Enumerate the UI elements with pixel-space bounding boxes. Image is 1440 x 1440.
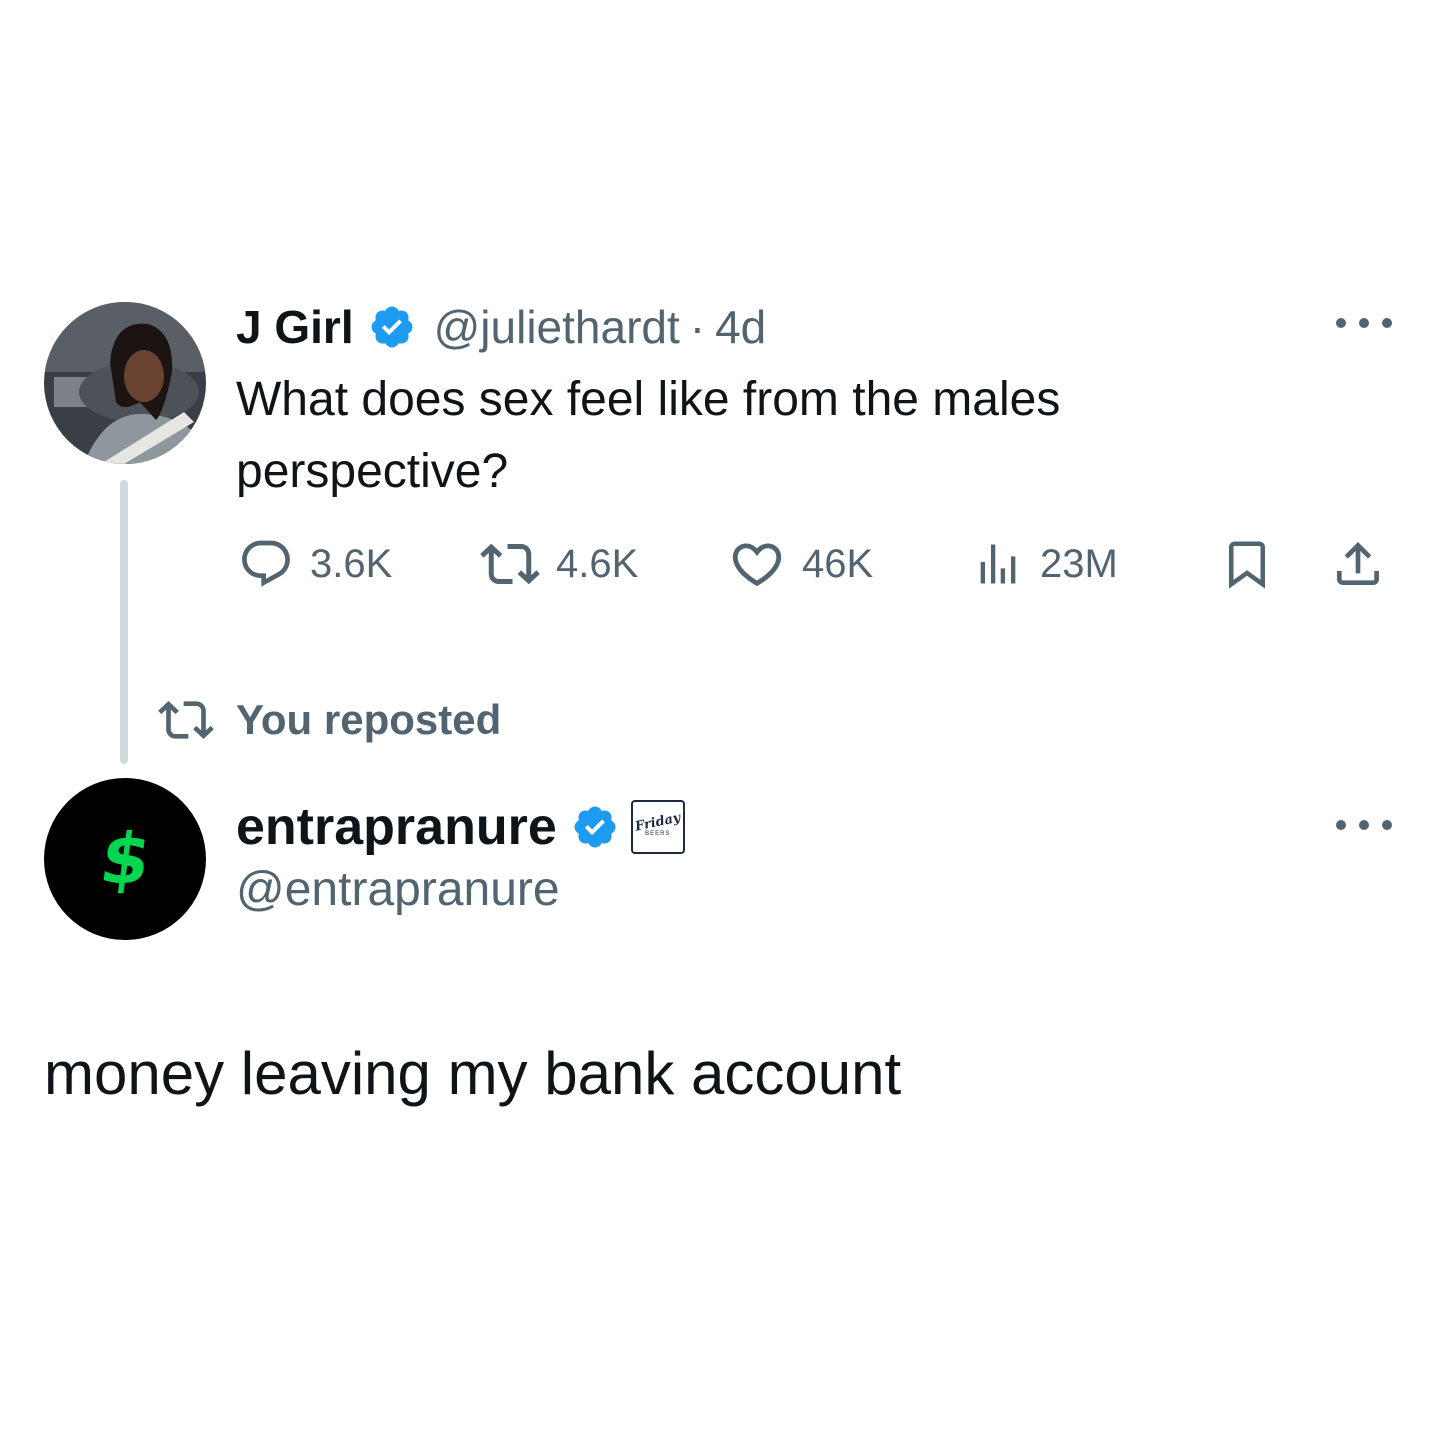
more-icon[interactable] <box>1336 810 1392 840</box>
avatar-entrapranure[interactable]: $ <box>44 778 206 940</box>
display-name[interactable]: entrapranure <box>236 797 557 857</box>
verified-badge-icon[interactable] <box>368 303 416 351</box>
handle[interactable]: @entrapranure <box>236 862 560 917</box>
bookmark-icon <box>1229 541 1265 589</box>
more-icon[interactable] <box>1336 308 1392 338</box>
reply-icon <box>242 540 290 587</box>
like-icon <box>732 543 782 587</box>
reply-header: entrapranure Friday BEERS <box>236 796 685 858</box>
share-button[interactable] <box>1330 536 1386 592</box>
timestamp[interactable]: 4d <box>715 300 766 354</box>
views-icon <box>980 544 1016 584</box>
views-button[interactable]: 23M <box>972 536 1118 592</box>
profile-photo <box>44 302 206 464</box>
repost-icon <box>158 701 214 739</box>
separator-dot: · <box>689 301 706 353</box>
repost-banner: You reposted <box>158 692 501 748</box>
handle[interactable]: @juliethardt <box>434 300 680 354</box>
repost-banner-label: You reposted <box>236 696 502 743</box>
display-name[interactable]: J Girl <box>236 300 354 354</box>
share-icon <box>1337 542 1379 585</box>
avatar-juliethardt[interactable] <box>44 302 206 464</box>
repost-button[interactable]: 4.6K <box>480 536 638 592</box>
dollar-sign-icon: $ <box>94 818 156 900</box>
views-count: 23M <box>1040 541 1118 586</box>
reply-button[interactable]: 3.6K <box>238 536 392 592</box>
like-button[interactable]: 46K <box>728 536 873 592</box>
bookmark-button[interactable] <box>1220 536 1274 592</box>
repost-count: 4.6K <box>556 541 639 586</box>
affiliate-badge-icon[interactable]: Friday BEERS <box>630 800 685 854</box>
like-count: 46K <box>802 541 874 586</box>
repost-icon <box>480 543 540 585</box>
tweet-text: What does sex feel like from the males p… <box>236 373 1061 498</box>
thread-line <box>120 480 128 764</box>
reply-count: 3.6K <box>310 541 393 586</box>
verified-badge-icon[interactable] <box>571 803 619 851</box>
tweet-header: J Girl @juliethardt · 4d <box>236 296 766 358</box>
reply-text: money leaving my bank account <box>44 1040 902 1107</box>
